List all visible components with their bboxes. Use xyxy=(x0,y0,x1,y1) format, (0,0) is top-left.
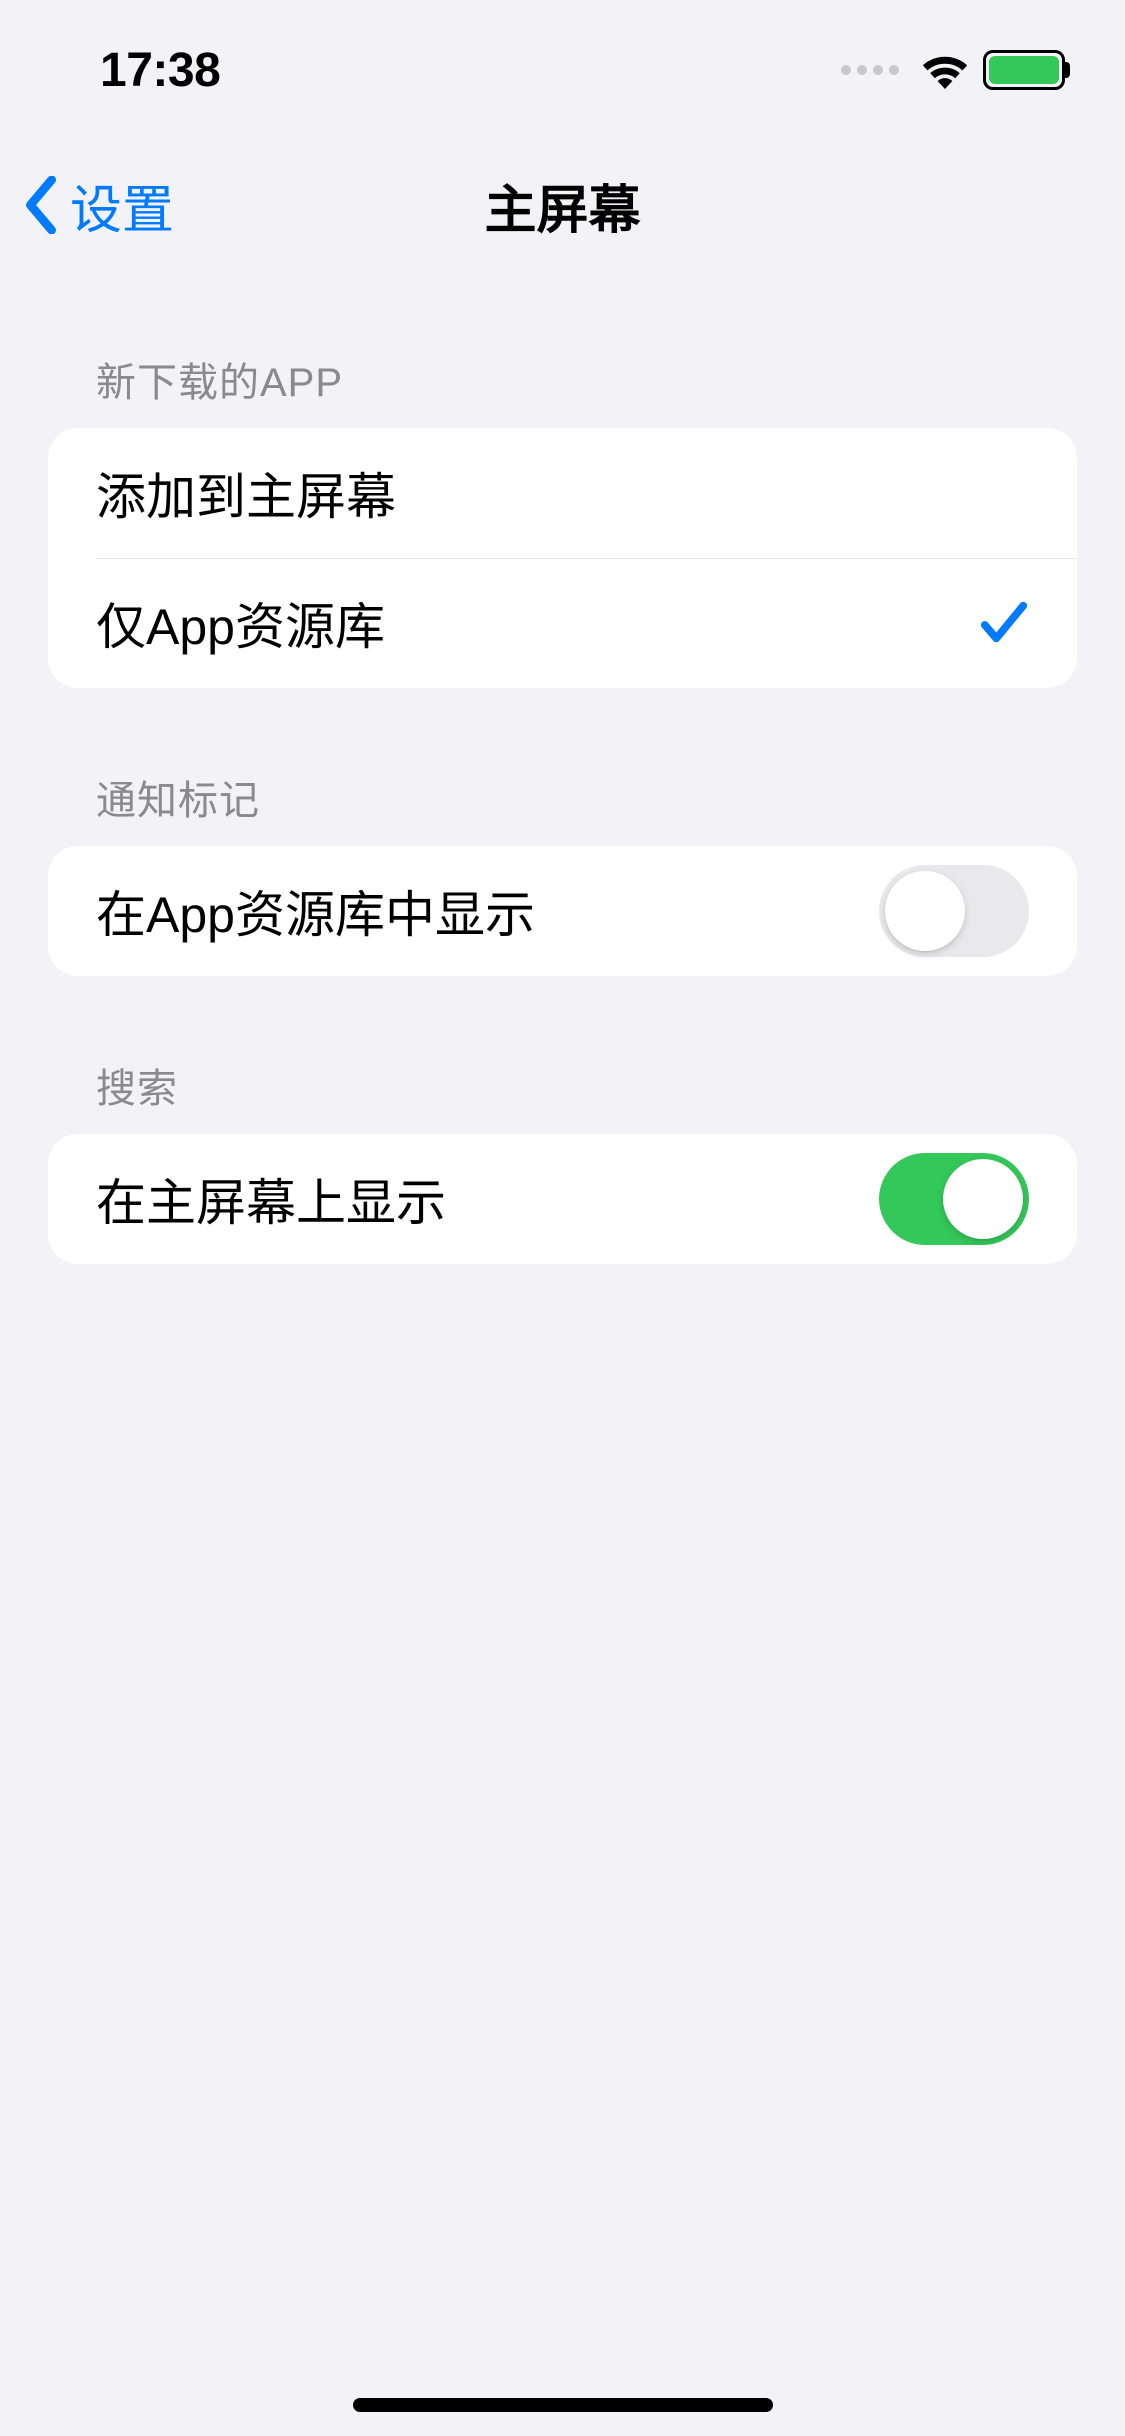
section-header-badges: 通知标记 xyxy=(0,768,1125,846)
section-new-apps: 新下载的APP 添加到主屏幕 仅App资源库 xyxy=(0,350,1125,688)
row-show-in-app-library: 在App资源库中显示 xyxy=(48,846,1077,976)
option-app-library-only[interactable]: 仅App资源库 xyxy=(48,558,1077,688)
wifi-icon xyxy=(919,51,971,89)
nav-bar: 设置 主屏幕 xyxy=(0,140,1125,270)
option-label: 添加到主屏幕 xyxy=(96,457,396,529)
row-show-on-home: 在主屏幕上显示 xyxy=(48,1134,1077,1264)
status-bar: 17:38 xyxy=(0,0,1125,140)
cellular-icon xyxy=(841,65,899,75)
group-search: 在主屏幕上显示 xyxy=(48,1134,1077,1264)
group-badges: 在App资源库中显示 xyxy=(48,846,1077,976)
status-time: 17:38 xyxy=(100,43,220,98)
section-header-new-apps: 新下载的APP xyxy=(0,350,1125,428)
group-new-apps: 添加到主屏幕 仅App资源库 xyxy=(48,428,1077,688)
battery-icon xyxy=(983,50,1065,90)
section-badges: 通知标记 在App资源库中显示 xyxy=(0,768,1125,976)
toggle-show-in-app-library[interactable] xyxy=(879,865,1029,957)
option-add-to-home[interactable]: 添加到主屏幕 xyxy=(48,428,1077,558)
toggle-show-on-home[interactable] xyxy=(879,1153,1029,1245)
home-indicator[interactable] xyxy=(353,2398,773,2412)
row-label: 在主屏幕上显示 xyxy=(96,1163,446,1235)
back-button[interactable]: 设置 xyxy=(24,168,174,243)
back-label: 设置 xyxy=(70,168,174,243)
checkmark-icon xyxy=(979,599,1029,647)
section-header-search: 搜索 xyxy=(0,1056,1125,1134)
chevron-left-icon xyxy=(24,176,60,234)
section-search: 搜索 在主屏幕上显示 xyxy=(0,1056,1125,1264)
row-label: 在App资源库中显示 xyxy=(96,875,535,947)
status-right xyxy=(841,50,1065,90)
option-label: 仅App资源库 xyxy=(96,587,385,659)
